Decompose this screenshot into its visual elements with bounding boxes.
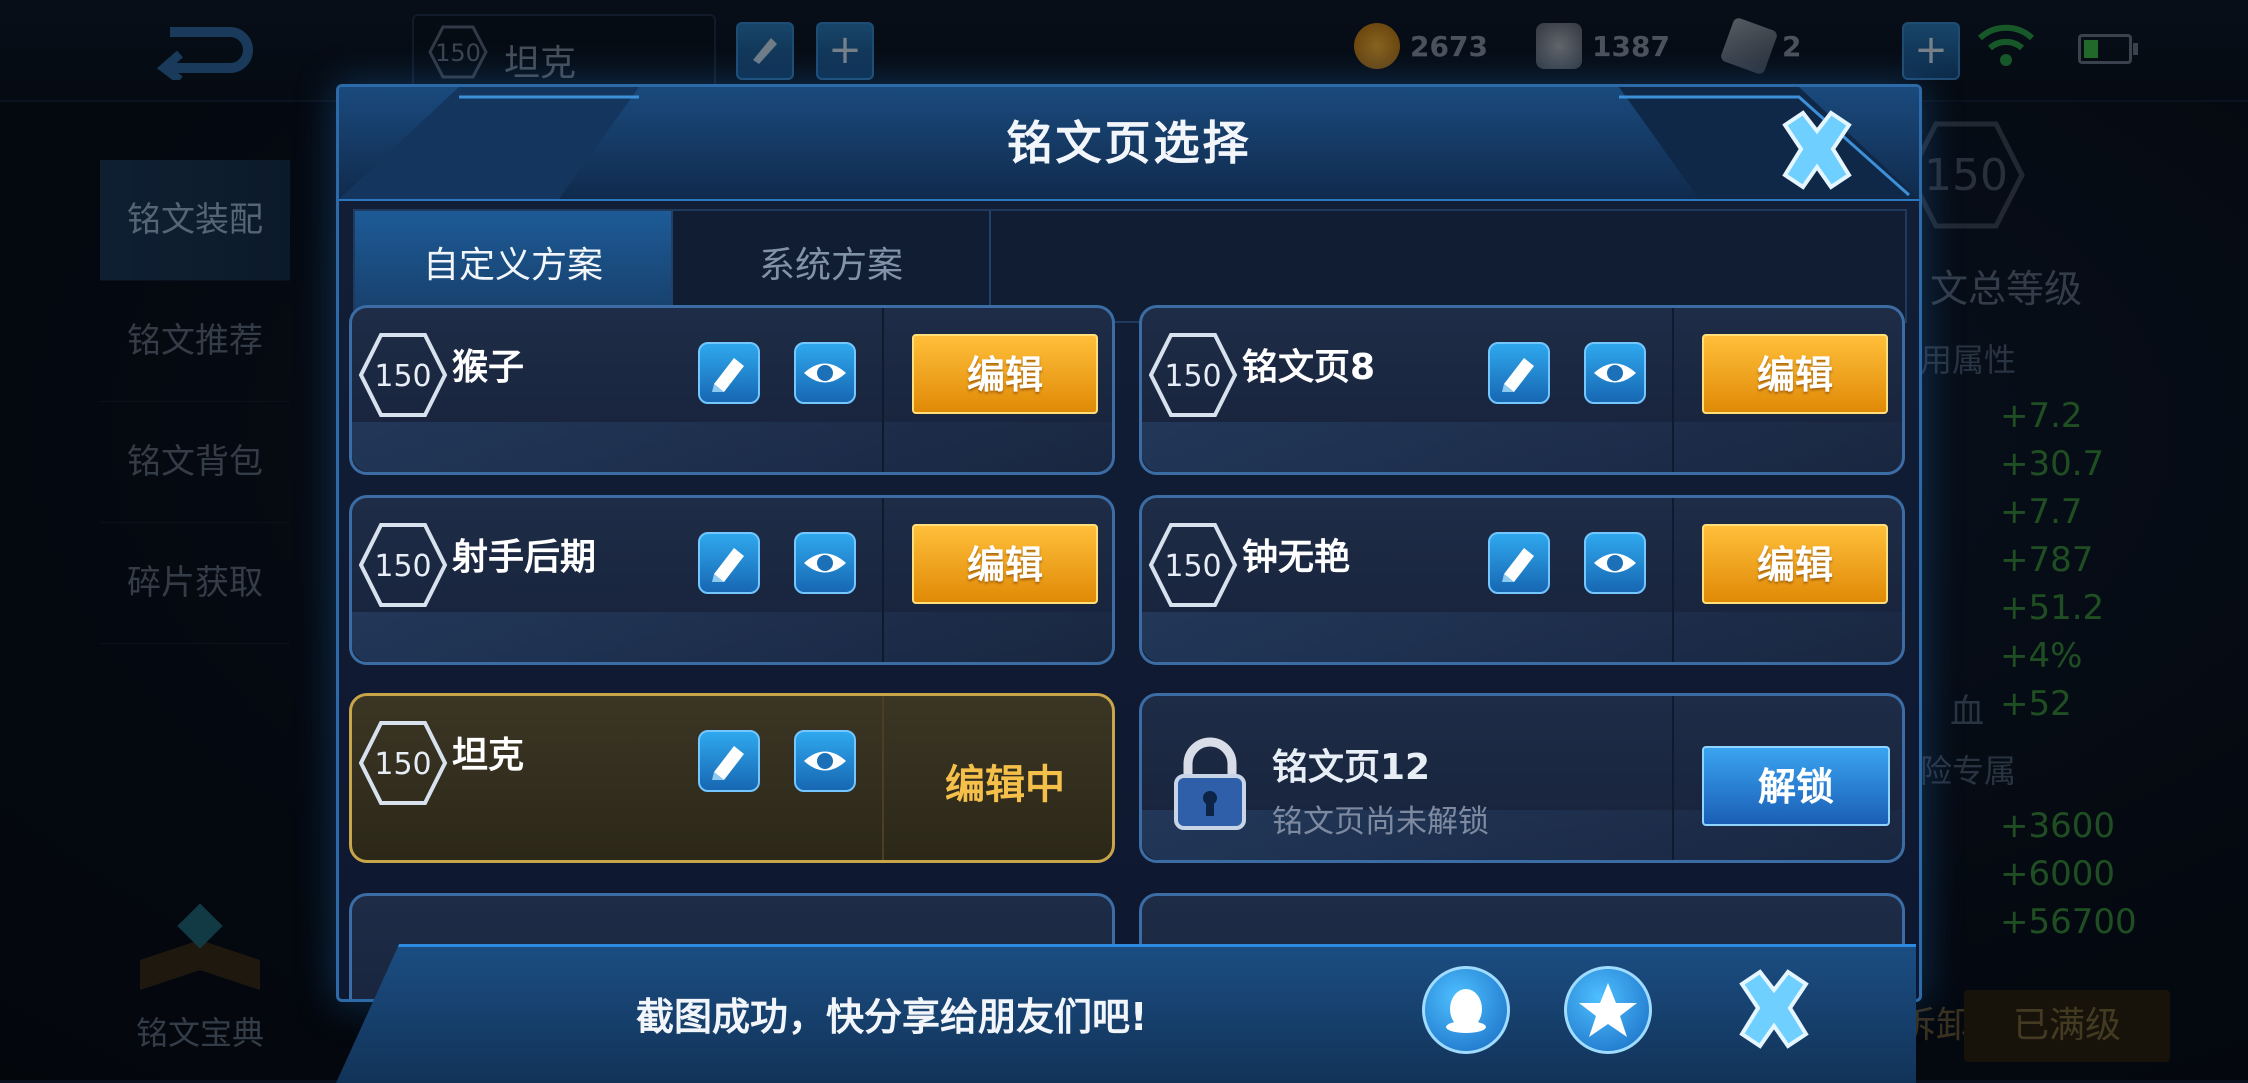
eye-icon: [804, 751, 846, 771]
svg-text:150: 150: [374, 359, 431, 394]
pencil-icon: [712, 358, 744, 392]
edit-button[interactable]: 编辑: [912, 334, 1098, 414]
svg-text:150: 150: [374, 747, 431, 782]
level-hexagon-icon: 150: [1148, 523, 1238, 607]
eye-icon: [804, 363, 846, 383]
locked-hint: 铭文页尚未解锁: [1272, 804, 1489, 840]
rename-button[interactable]: [698, 342, 760, 404]
edit-button[interactable]: 编辑: [1702, 334, 1888, 414]
eye-icon: [804, 553, 846, 573]
page-card-selected[interactable]: 150 坦克 编辑中: [349, 693, 1115, 863]
pencil-icon: [1502, 548, 1534, 582]
level-hexagon-icon: 150: [358, 523, 448, 607]
toast-message: 截图成功，快分享给朋友们吧!: [636, 995, 1148, 1039]
dialog-title: 铭文页选择: [1006, 116, 1252, 170]
qzone-share-button[interactable]: [1564, 966, 1652, 1054]
preview-button[interactable]: [794, 730, 856, 792]
share-toast: 截图成功，快分享给朋友们吧!: [336, 944, 1916, 1083]
pencil-icon: [712, 746, 744, 780]
eye-icon: [1594, 553, 1636, 573]
edit-button[interactable]: 编辑: [912, 524, 1098, 604]
edit-button[interactable]: 编辑: [1702, 524, 1888, 604]
page-select-dialog: 铭文页选择 自定义方案 系统方案 150 猴子 编辑 150 铭文页8 编辑 1…: [336, 84, 1922, 1002]
unlock-button[interactable]: 解锁: [1702, 746, 1890, 826]
page-name: 钟无艳: [1242, 537, 1351, 578]
page-card[interactable]: 150 铭文页8 编辑: [1139, 305, 1905, 475]
svg-text:150: 150: [1164, 359, 1221, 394]
qq-share-button[interactable]: [1422, 966, 1510, 1054]
rename-button[interactable]: [698, 532, 760, 594]
rename-button[interactable]: [1488, 532, 1550, 594]
rename-button[interactable]: [1488, 342, 1550, 404]
svg-text:150: 150: [1164, 549, 1221, 584]
preview-button[interactable]: [794, 532, 856, 594]
toast-close-icon[interactable]: [1726, 962, 1822, 1058]
svg-text:150: 150: [374, 549, 431, 584]
eye-icon: [1594, 363, 1636, 383]
page-card[interactable]: 150 猴子 编辑: [349, 305, 1115, 475]
page-name: 铭文页12: [1272, 747, 1431, 788]
page-card-locked[interactable]: 铭文页12 铭文页尚未解锁 解锁: [1139, 693, 1905, 863]
preview-button[interactable]: [794, 342, 856, 404]
pencil-icon: [1502, 358, 1534, 392]
page-name: 猴子: [452, 347, 525, 388]
editing-status: 编辑中: [945, 762, 1065, 808]
page-card[interactable]: 150 钟无艳 编辑: [1139, 495, 1905, 665]
lock-icon: [1174, 737, 1246, 830]
preview-button[interactable]: [1584, 342, 1646, 404]
pencil-icon: [712, 548, 744, 582]
qq-penguin-icon: [1446, 989, 1486, 1033]
qzone-star-icon: [1579, 983, 1637, 1037]
level-hexagon-icon: 150: [358, 721, 448, 805]
close-icon[interactable]: [1769, 103, 1865, 199]
page-name: 射手后期: [452, 537, 597, 578]
level-hexagon-icon: 150: [358, 333, 448, 417]
page-name: 坦克: [452, 735, 525, 776]
level-hexagon-icon: 150: [1148, 333, 1238, 417]
rename-button[interactable]: [698, 730, 760, 792]
dialog-header: 铭文页选择: [339, 87, 1919, 201]
preview-button[interactable]: [1584, 532, 1646, 594]
page-name: 铭文页8: [1242, 347, 1376, 388]
page-card[interactable]: 150 射手后期 编辑: [349, 495, 1115, 665]
